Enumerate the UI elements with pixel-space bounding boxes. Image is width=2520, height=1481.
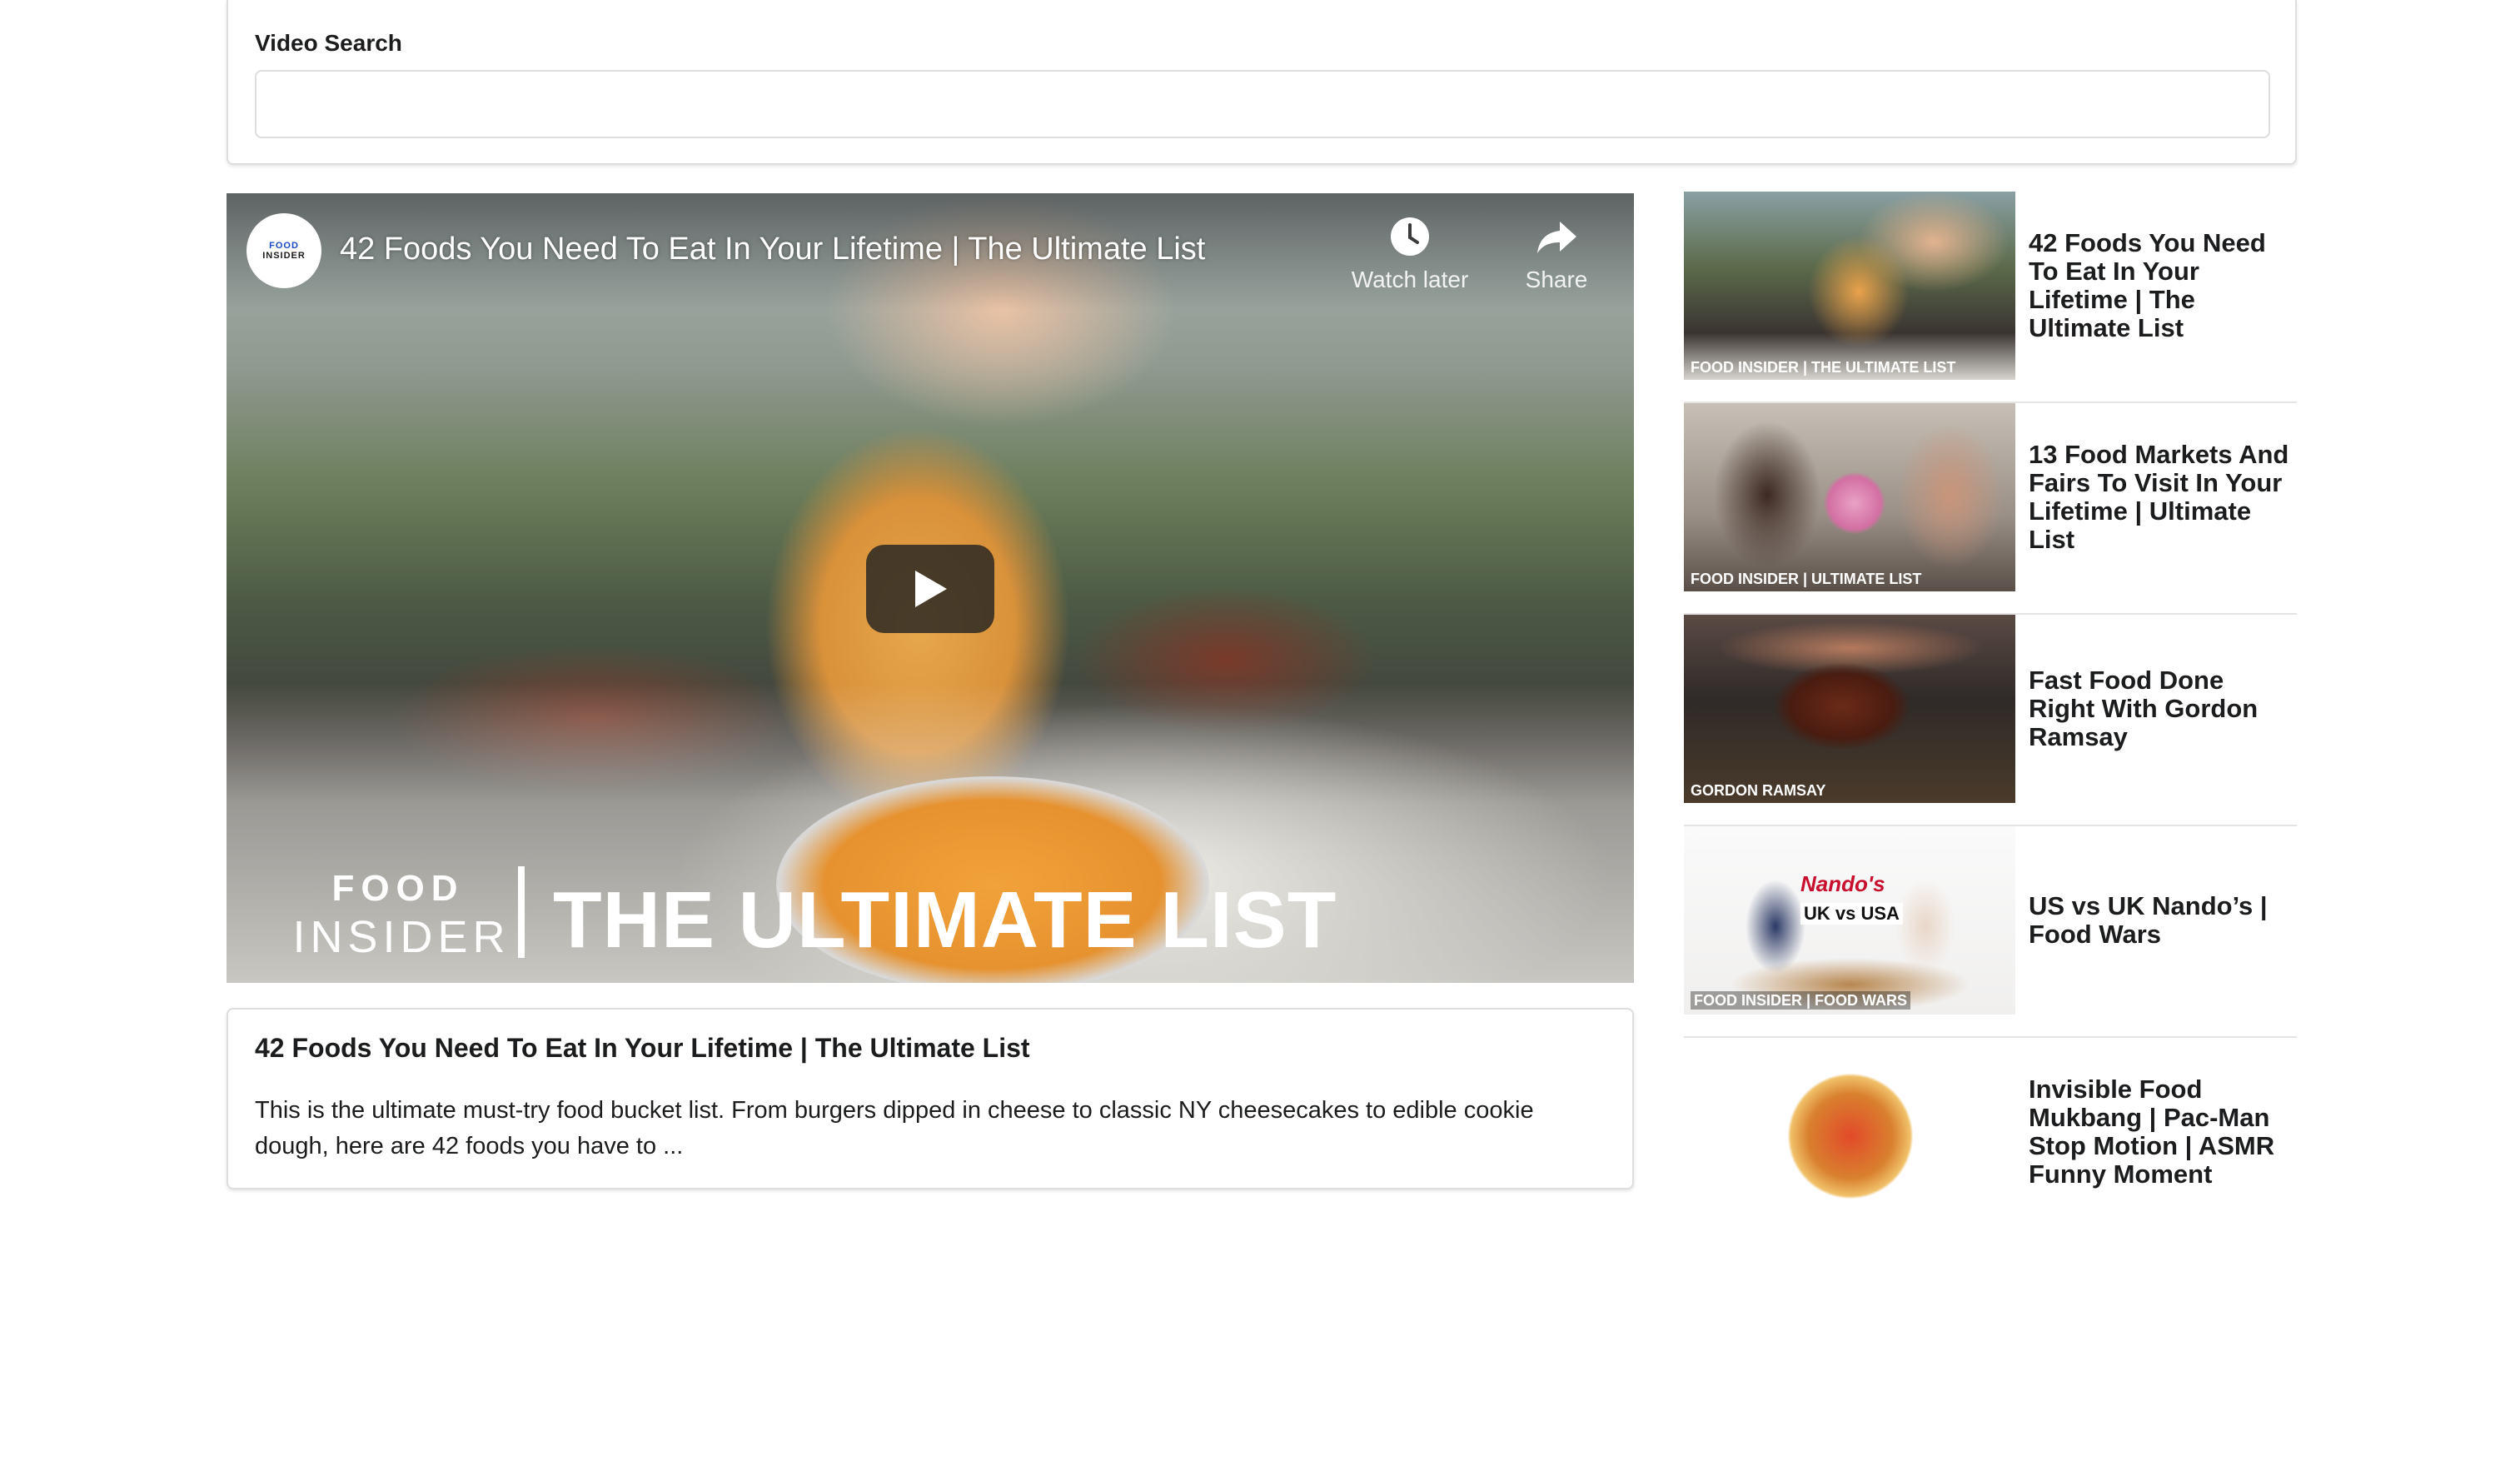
video-list-title[interactable]: 13 Food Markets And Fairs To Visit In Yo… [2029, 403, 2297, 591]
video-thumbnail[interactable]: FOOD INSIDER | ULTIMATE LIST [1684, 403, 2015, 591]
thumbnail-badge: UK vs USA [1800, 903, 1903, 925]
video-thumbnail[interactable]: GORDON RAMSAY [1684, 615, 2015, 803]
share-label: Share [1525, 267, 1588, 292]
watch-later-label: Watch later [1351, 267, 1469, 292]
channel-logo-top: FOOD [269, 241, 299, 251]
share-button[interactable]: Share [1486, 215, 1627, 307]
video-list-item[interactable]: GORDON RAMSAY Fast Food Done Right With … [1684, 615, 2297, 826]
share-icon [1537, 222, 1576, 253]
video-list-title[interactable]: Fast Food Done Right With Gordon Ramsay [2029, 615, 2297, 803]
video-list-item[interactable]: Invisible Food Mukbang | Pac-Man Stop Mo… [1684, 1038, 2297, 1249]
video-list-title[interactable]: Invisible Food Mukbang | Pac-Man Stop Mo… [2029, 1038, 2297, 1226]
channel-logo[interactable]: FOOD INSIDER [247, 213, 321, 288]
video-list-title[interactable]: 42 Foods You Need To Eat In Your Lifetim… [2029, 192, 2297, 380]
overlay-caption: THE ULTIMATE LIST [553, 875, 1337, 965]
thumbnail-caption: FOOD INSIDER | FOOD WARS [1691, 991, 1911, 1010]
video-list-item[interactable]: FOOD INSIDER | ULTIMATE LIST 13 Food Mar… [1684, 403, 2297, 615]
video-list: FOOD INSIDER | THE ULTIMATE LIST 42 Food… [1684, 192, 2297, 1249]
player-title[interactable]: 42 Foods You Need To Eat In Your Lifetim… [340, 232, 1205, 267]
search-form: Video Search [227, 0, 2297, 165]
video-details-title: 42 Foods You Need To Eat In Your Lifetim… [255, 1033, 1030, 1063]
video-list-item[interactable]: FOOD INSIDER | THE ULTIMATE LIST 42 Food… [1684, 192, 2297, 403]
clock-icon [1391, 217, 1429, 256]
watch-later-button[interactable]: Watch later [1339, 215, 1481, 307]
thumbnail-brand: Nando's [1800, 871, 1885, 896]
video-thumbnail[interactable] [1684, 1038, 2015, 1226]
thumbnail-caption: GORDON RAMSAY [1691, 782, 1826, 799]
play-button[interactable] [866, 545, 994, 633]
search-input[interactable] [255, 70, 2270, 138]
channel-logo-bottom: INSIDER [262, 251, 306, 261]
overlay-brand-bottom: INSIDER [292, 912, 510, 962]
overlay-brand-top: FOOD [331, 868, 465, 909]
overlay-divider [518, 866, 525, 958]
thumbnail-caption: FOOD INSIDER | ULTIMATE LIST [1691, 571, 1922, 587]
page: Video Search FOOD INSIDER 42 Foods You N… [0, 0, 2520, 1481]
video-details-card: 42 Foods You Need To Eat In Your Lifetim… [227, 1008, 1634, 1189]
video-list-item[interactable]: Nando's UK vs USA FOOD INSIDER | FOOD WA… [1684, 826, 2297, 1038]
video-player[interactable]: FOOD INSIDER 42 Foods You Need To Eat In… [227, 193, 1634, 983]
video-details-description: This is the ultimate must-try food bucke… [255, 1097, 1534, 1159]
video-list-title[interactable]: US vs UK Nando’s | Food Wars [2029, 826, 2297, 1015]
thumbnail-caption: FOOD INSIDER | THE ULTIMATE LIST [1691, 359, 1956, 376]
play-icon [915, 571, 947, 607]
video-thumbnail[interactable]: Nando's UK vs USA FOOD INSIDER | FOOD WA… [1684, 826, 2015, 1015]
search-label: Video Search [255, 30, 402, 56]
video-thumbnail[interactable]: FOOD INSIDER | THE ULTIMATE LIST [1684, 192, 2015, 380]
